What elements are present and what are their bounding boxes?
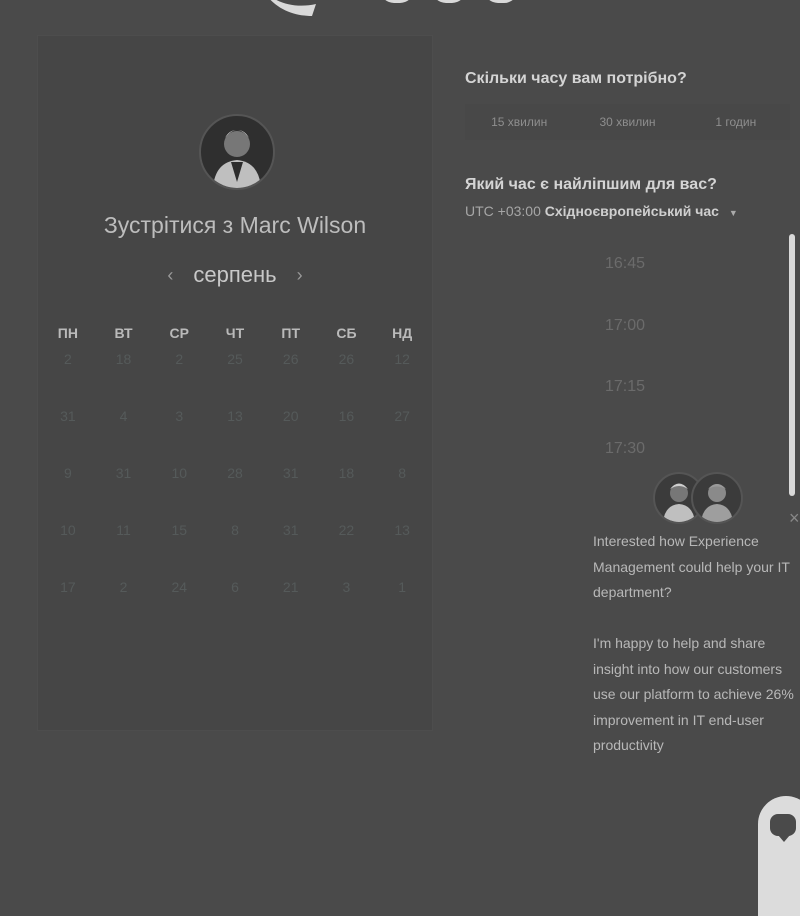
calendar-day: 8 <box>398 465 407 481</box>
agent-avatar <box>691 472 743 524</box>
calendar-day: 10 <box>171 465 188 481</box>
time-slot[interactable]: 17:15 <box>560 375 690 399</box>
host-avatar <box>199 114 275 190</box>
time-question: Який час є найліпшим для вас? <box>465 176 717 193</box>
weekday-header: ПН ВТ СР ЧТ ПТ СБ НД <box>40 325 430 341</box>
meeting-title: Зустрітися з Marc Wilson <box>103 212 367 238</box>
calendar-day: 11 <box>116 522 131 538</box>
weekday-label: ЧТ <box>225 325 245 341</box>
calendar-day: 31 <box>282 522 299 538</box>
calendar-day: 16 <box>338 408 355 424</box>
calendar-day: 3 <box>175 408 184 424</box>
calendar-day: 2 <box>119 579 128 595</box>
chat-avatars <box>653 472 743 524</box>
brand-wordmark <box>380 0 540 4</box>
calendar-day: 8 <box>231 522 239 538</box>
weekday-label: ВТ <box>114 325 133 341</box>
timezone-selector[interactable]: UTC +03:00 Східноєвропейський час ▼ <box>465 203 738 219</box>
time-slot-list: 16:45 17:00 17:15 17:30 <box>560 252 690 498</box>
time-slot-scrollbar[interactable] <box>789 234 795 496</box>
brand-logo-icon <box>270 0 316 16</box>
calendar-day: 31 <box>282 465 299 481</box>
person-icon <box>213 130 261 188</box>
calendar-day: 2 <box>175 351 184 367</box>
chevron-right-icon[interactable]: › <box>293 265 307 286</box>
calendar-day: 10 <box>60 522 76 538</box>
weekday-label: ПН <box>57 325 78 341</box>
calendar-day: 1 <box>398 579 407 595</box>
calendar-day: 20 <box>282 408 299 424</box>
calendar-day: 26 <box>338 351 355 367</box>
weekday-label: НД <box>392 325 413 341</box>
weekday-label: СР <box>169 325 189 341</box>
month-navigator: ‹ серпень › <box>38 262 432 288</box>
calendar-day: 31 <box>60 408 76 424</box>
calendar-day: 25 <box>227 351 243 367</box>
calendar-day: 21 <box>282 579 299 595</box>
calendar-day: 27 <box>394 408 410 424</box>
calendar-day: 18 <box>338 465 355 481</box>
calendar-day: 12 <box>394 351 410 367</box>
chevron-left-icon[interactable]: ‹ <box>163 265 177 286</box>
calendar-day: 28 <box>227 465 243 481</box>
chat-message-intro: Interested how Experience Management cou… <box>593 533 790 600</box>
chat-launcher-button[interactable] <box>758 796 800 916</box>
calendar-day: 9 <box>63 465 72 481</box>
calendar-day: 24 <box>171 579 188 595</box>
weekday-label: ПТ <box>281 325 301 341</box>
duration-option-30[interactable]: 30 хвилин <box>573 104 681 140</box>
calendar-day: 15 <box>171 522 188 538</box>
calendar-day: 13 <box>227 408 243 424</box>
calendar-day: 3 <box>342 579 351 595</box>
calendar-day: 17 <box>60 579 76 595</box>
calendar-day: 2 <box>63 351 72 367</box>
weekday-label: СБ <box>336 325 357 341</box>
current-month: серпень <box>193 262 277 287</box>
calendar-day: 18 <box>115 351 132 367</box>
person-icon <box>701 484 733 522</box>
time-slot[interactable]: 17:30 <box>560 437 690 461</box>
calendar-days-grid: 2 18 2 25 26 26 12 31 4 3 13 20 16 27 9 … <box>40 350 430 596</box>
calendar-day: 31 <box>115 465 132 481</box>
calendar-day: 6 <box>231 579 239 595</box>
caret-down-icon: ▼ <box>728 208 738 218</box>
calendar-day: 13 <box>394 522 410 538</box>
duration-option-15[interactable]: 15 хвилин <box>465 104 573 140</box>
timezone-offset: UTC +03:00 <box>465 203 541 219</box>
calendar-day: 26 <box>282 351 299 367</box>
chat-message-body: I'm happy to help and share insight into… <box>593 635 794 753</box>
chat-message: Interested how Experience Management cou… <box>593 529 798 759</box>
timezone-name: Східноєвропейський час <box>544 203 719 219</box>
calendar-day: 22 <box>338 522 355 538</box>
close-icon[interactable]: × <box>789 508 800 529</box>
time-slot[interactable]: 17:00 <box>560 314 690 338</box>
duration-selector: 15 хвилин 30 хвилин 1 годин <box>465 104 790 140</box>
time-slot[interactable]: 16:45 <box>560 252 690 276</box>
duration-option-60[interactable]: 1 годин <box>682 104 790 140</box>
chat-bubble-icon <box>770 814 796 842</box>
duration-question: Скільки часу вам потрібно? <box>465 70 687 87</box>
calendar-day: 4 <box>119 408 128 424</box>
